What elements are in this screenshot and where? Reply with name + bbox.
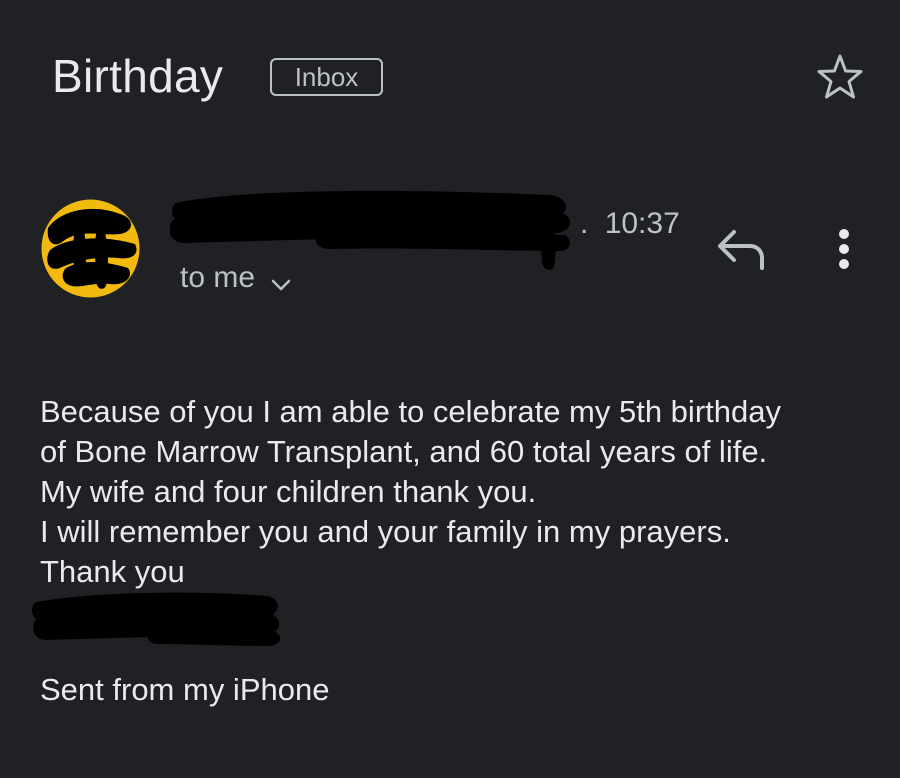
reply-icon [718, 230, 764, 270]
sender-avatar[interactable] [40, 198, 141, 299]
time-value: 10:37 [604, 207, 680, 240]
message-time: . 10:37 [580, 204, 680, 244]
body-line: Because of you I am able to celebrate my… [40, 394, 781, 429]
star-icon[interactable] [812, 50, 868, 106]
inbox-label-chip[interactable]: Inbox [270, 58, 383, 96]
chevron-down-icon [269, 268, 293, 292]
time-separator: . [580, 207, 589, 240]
message-body: Because of you I am able to celebrate my… [40, 392, 880, 592]
email-subject: Birthday [52, 50, 224, 102]
body-line: My wife and four children thank you. [40, 474, 537, 509]
recipient-label: to me [180, 261, 256, 294]
sent-from-footer: Sent from my iPhone [40, 672, 330, 707]
reply-button[interactable] [712, 224, 768, 272]
signature-redacted [31, 588, 282, 650]
body-line: I will remember you and your family in m… [40, 514, 731, 549]
recipient-details-toggle[interactable]: to me [180, 258, 293, 298]
more-vert-icon [839, 229, 849, 269]
body-line: of Bone Marrow Transplant, and 60 total … [40, 434, 768, 469]
more-options-button[interactable] [824, 224, 864, 274]
body-line: Thank you [40, 554, 185, 589]
